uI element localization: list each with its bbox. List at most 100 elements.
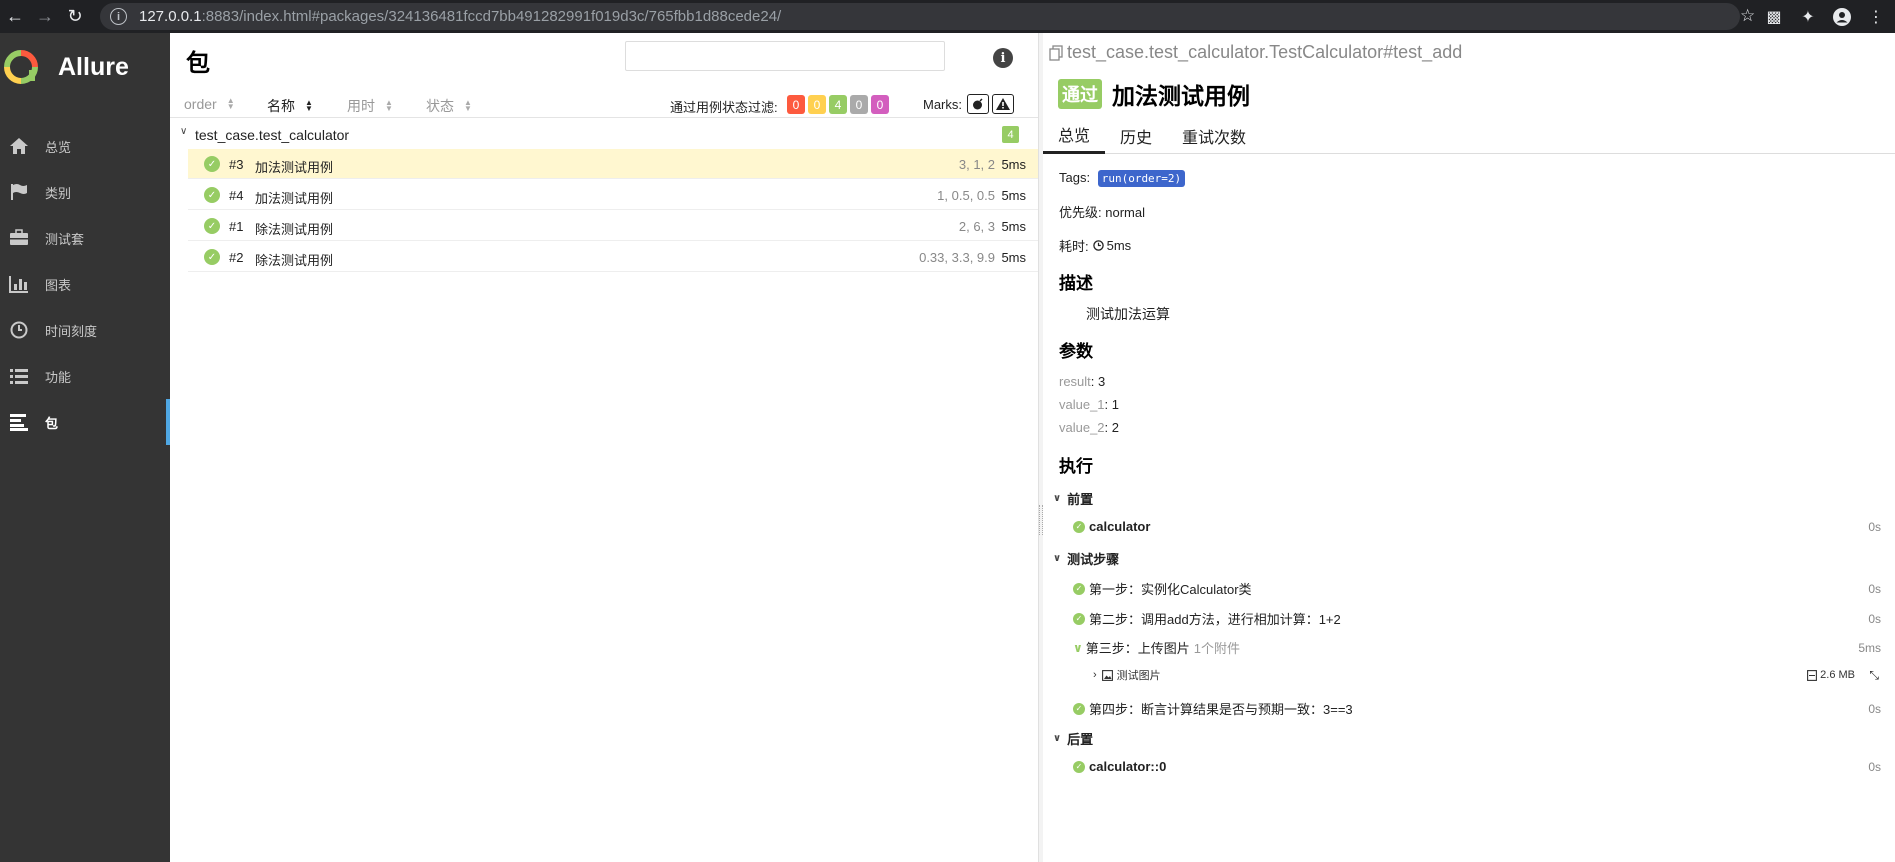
chevron-right-icon: › — [1093, 669, 1097, 681]
tags-label: Tags: — [1059, 170, 1091, 185]
extensions-puzzle-icon[interactable]: ✦ — [1797, 6, 1819, 28]
info-icon[interactable]: i — [993, 48, 1013, 68]
tab-retries[interactable]: 重试次数 — [1167, 117, 1261, 154]
teardown-fixture[interactable]: ✓ calculator::0 0s — [1073, 759, 1881, 774]
sidebar-item-overview[interactable]: 总览 — [0, 123, 170, 169]
sort-status[interactable]: 状态 ▲ ▼ — [426, 96, 472, 116]
test-params: 2, 6, 3 — [958, 219, 995, 234]
test-name: 除法测试用例 — [255, 253, 334, 268]
description-heading: 描述 — [1059, 274, 1093, 293]
package-name: test_case.test_calculator — [195, 127, 350, 143]
step-time: 0s — [1868, 759, 1881, 774]
param-value: 2 — [1111, 420, 1120, 435]
setup-heading[interactable]: ∨ 前置 — [1053, 489, 1093, 508]
warning-mark-icon[interactable] — [992, 94, 1014, 114]
more-menu-icon[interactable]: ⋮ — [1865, 6, 1887, 28]
status-filter-label: 通过用例状态过滤: — [670, 100, 778, 115]
qr-code-icon[interactable]: ▩ — [1763, 6, 1785, 28]
passed-check-icon: ✓ — [204, 187, 220, 203]
sort-duration[interactable]: 用时 ▲ ▼ — [347, 96, 393, 116]
sort-name[interactable]: 名称 ▲ ▼ — [267, 96, 313, 116]
test-detail-pane: test_case.test_calculator.TestCalculator… — [1043, 33, 1895, 862]
image-file-icon — [1101, 669, 1113, 681]
sidebar-item-packages[interactable]: 包 — [0, 399, 170, 445]
test-step[interactable]: ✓ 第一步：实例化Calculator类 0s — [1073, 579, 1881, 598]
duration-label: 耗时: — [1059, 239, 1089, 254]
test-row[interactable]: ✓ #4 加法测试用例 1, 0.5, 0.5 5ms — [188, 180, 1038, 210]
back-arrow-icon[interactable]: ← — [0, 0, 30, 33]
test-step[interactable]: ✓ 第四步：断言计算结果是否与预期一致：3==3 0s — [1073, 699, 1881, 718]
broken-filter-badge[interactable]: 0 — [808, 95, 826, 114]
chevron-down-icon: ∨ — [180, 126, 188, 137]
execution-heading: 执行 — [1059, 457, 1093, 476]
test-duration: 5ms — [1001, 219, 1026, 234]
test-number: #4 — [229, 188, 244, 203]
package-group[interactable]: ∨ test_case.test_calculator 4 — [170, 119, 1038, 149]
tab-history[interactable]: 历史 — [1105, 117, 1167, 154]
sidebar-item-timeline[interactable]: 时间刻度 — [0, 307, 170, 353]
test-row[interactable]: ✓ #1 除法测试用例 2, 6, 3 5ms — [188, 211, 1038, 241]
sidebar-item-graphs[interactable]: 图表 — [0, 261, 170, 307]
copy-icon[interactable] — [1049, 44, 1063, 61]
test-number: #1 — [229, 219, 244, 234]
bookmark-star-icon[interactable]: ☆ — [1740, 6, 1755, 26]
skipped-filter-badge[interactable]: 0 — [850, 95, 868, 114]
test-name: 除法测试用例 — [255, 222, 334, 237]
unknown-filter-badge[interactable]: 0 — [871, 95, 889, 114]
passed-check-icon: ✓ — [1073, 612, 1085, 625]
chevron-down-icon: ∨ — [1053, 733, 1062, 744]
allure-logo-icon — [4, 50, 38, 84]
flaky-mark-icon[interactable] — [967, 94, 989, 114]
address-bar[interactable]: i 127.0.0.1:8883/index.html#packages/324… — [100, 3, 1740, 30]
sort-toolbar: order ▲ ▼ 名称 ▲ ▼ 用时 ▲ ▼ 状态 ▲ ▼ 通过用例状态过滤: 0 0… — [170, 90, 1038, 118]
failed-filter-badge[interactable]: 0 — [787, 95, 805, 114]
fixture-name: calculator — [1089, 519, 1151, 534]
param-line: value_2: 2 — [1059, 420, 1120, 435]
reload-icon[interactable]: ↻ — [60, 0, 90, 33]
setup-fixture[interactable]: ✓ calculator 0s — [1073, 519, 1881, 534]
page-title: 包 — [186, 50, 210, 77]
sidebar-item-label: 功能 — [45, 369, 72, 385]
setup-label: 前置 — [1067, 492, 1094, 507]
sort-order[interactable]: order ▲ ▼ — [184, 96, 235, 112]
brand[interactable]: Allure — [0, 33, 170, 101]
duration-value: 5ms — [1106, 238, 1132, 253]
step-time: 0s — [1868, 581, 1881, 596]
steps-heading[interactable]: ∨ 测试步骤 — [1053, 549, 1119, 568]
sort-label: order — [184, 96, 217, 112]
passed-check-icon: ✓ — [1073, 760, 1085, 773]
test-step[interactable]: ✓ 第二步：调用add方法，进行相加计算：1+2 0s — [1073, 609, 1881, 628]
test-row[interactable]: ✓ #2 除法测试用例 0.33, 3.3, 9.9 5ms — [188, 242, 1038, 272]
step-time: 5ms — [1858, 640, 1881, 655]
teardown-heading[interactable]: ∨ 后置 — [1053, 729, 1093, 748]
brand-name: Allure — [58, 52, 129, 81]
attachment-row[interactable]: › 测试图片 2.6 MB ⤡ — [1093, 667, 1881, 683]
severity-label: 优先级: — [1059, 205, 1102, 220]
sidebar-item-behaviors[interactable]: 功能 — [0, 353, 170, 399]
profile-avatar-icon[interactable] — [1831, 6, 1853, 28]
test-params: 0.33, 3.3, 9.9 — [919, 250, 995, 265]
forward-arrow-icon[interactable]: → — [30, 0, 60, 33]
expand-icon[interactable]: ⤡ — [1869, 668, 1879, 683]
test-full-name: test_case.test_calculator.TestCalculator… — [1049, 42, 1462, 63]
sidebar-item-label: 包 — [45, 415, 59, 431]
test-step[interactable]: ∨ 第三步：上传图片 1个附件 5ms — [1073, 638, 1881, 657]
sidebar-item-categories[interactable]: 类别 — [0, 169, 170, 215]
sort-label: 用时 — [347, 98, 375, 114]
step-time: 0s — [1868, 611, 1881, 626]
marks-label: Marks: — [923, 97, 962, 112]
severity-line: 优先级: normal — [1059, 202, 1145, 221]
test-row[interactable]: ✓ #3 加法测试用例 3, 1, 2 5ms — [188, 149, 1038, 179]
chevron-down-icon: ∨ — [1073, 640, 1083, 655]
tab-overview[interactable]: 总览 — [1043, 117, 1106, 154]
sort-arrows-icon: ▲ ▼ — [305, 98, 313, 113]
step-label: 第一步：实例化Calculator类 — [1089, 582, 1252, 597]
sidebar-item-label: 时间刻度 — [45, 323, 98, 339]
clock-icon — [1092, 240, 1104, 251]
flag-icon — [8, 182, 30, 202]
sidebar-item-suites[interactable]: 测试套 — [0, 215, 170, 261]
search-input[interactable] — [625, 41, 945, 71]
passed-filter-badge[interactable]: 4 — [829, 95, 847, 114]
site-info-icon[interactable]: i — [110, 8, 127, 25]
sidebar-item-label: 类别 — [45, 185, 72, 201]
